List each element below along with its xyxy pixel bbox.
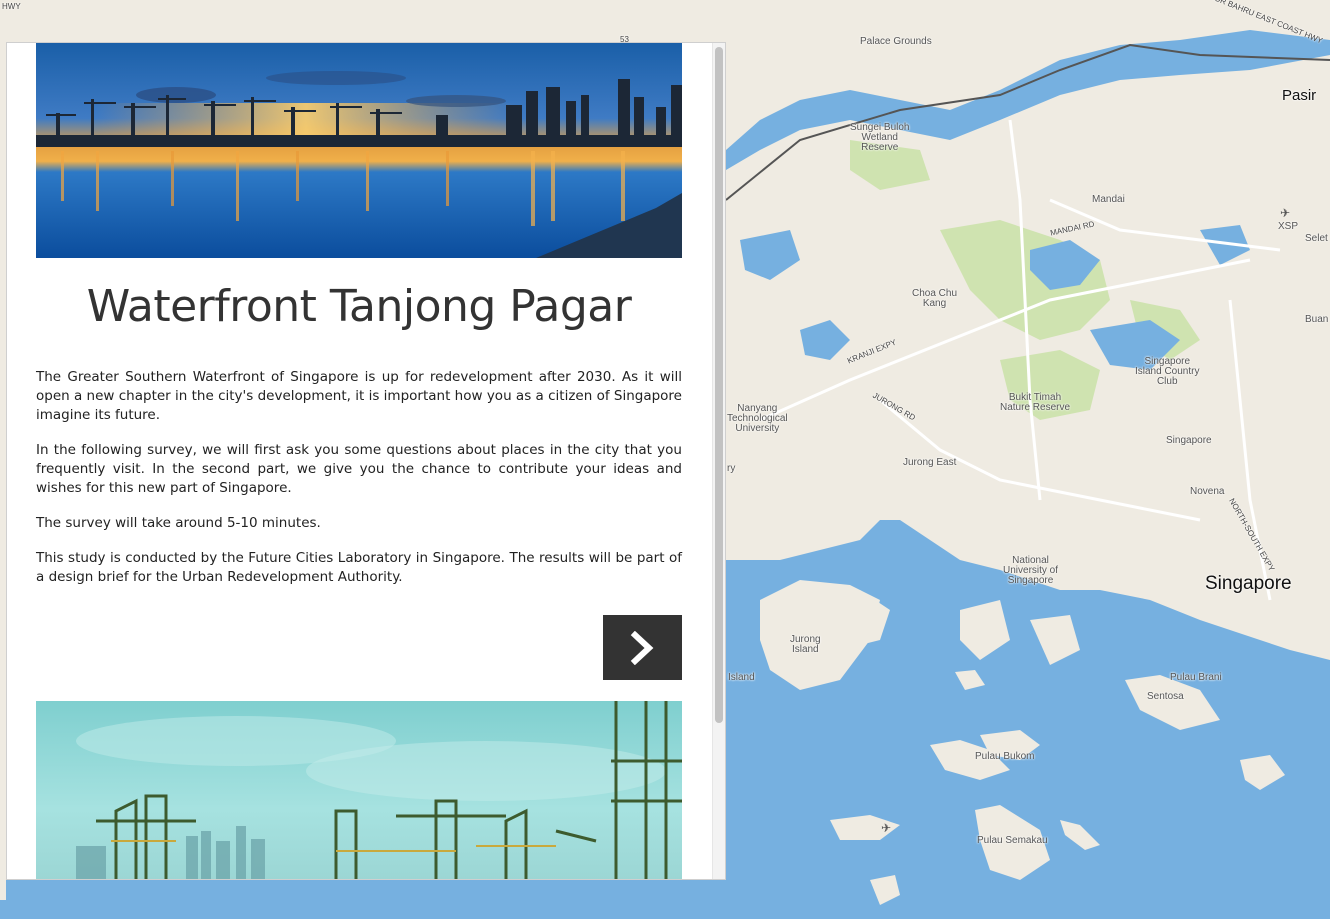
map-label-sentosa: Sentosa xyxy=(1147,691,1184,702)
map-label-buan: Buan xyxy=(1305,314,1329,325)
map-label-pasir: Pasir xyxy=(1282,87,1317,104)
airport-icon: ✈ xyxy=(1280,206,1291,220)
map-label-jurong-east: Jurong East xyxy=(903,457,957,468)
map-label-bukit-timah: Bukit Timah Nature Reserve xyxy=(1000,392,1071,413)
map-label-sungei-buloh: Sungei Buloh Wetland Reserve xyxy=(850,122,910,153)
airport-icon: ✈ xyxy=(881,821,892,835)
map-label-seletar: Selet xyxy=(1305,233,1328,244)
page-title: Waterfront Tanjong Pagar xyxy=(86,281,632,332)
intro-paragraph-4: This study is conducted by the Future Ci… xyxy=(36,550,682,585)
panel-content: Waterfront Tanjong Pagar The Greater Sou… xyxy=(36,43,682,879)
map-label-xsp: XSP xyxy=(1278,221,1299,232)
next-button[interactable] xyxy=(603,615,682,680)
map-label-singapore-island-cc: Singapore Island Country Club xyxy=(1135,356,1200,387)
map-label-hwy: HWY xyxy=(2,2,21,11)
map-label-pulau-semakau: Pulau Semakau xyxy=(977,835,1048,846)
map-label-nanyang: Nanyang Technological University xyxy=(727,403,788,434)
map-label-singapore-small: Singapore xyxy=(1166,435,1212,446)
chevron-right-icon xyxy=(630,630,653,665)
survey-intro-panel[interactable]: Waterfront Tanjong Pagar The Greater Sou… xyxy=(6,42,726,880)
navigation-row xyxy=(36,615,682,681)
image-container-cranes xyxy=(36,701,682,879)
map-label-pulau-bukom: Pulau Bukom xyxy=(975,751,1035,762)
map-label-nus: National University of Singapore xyxy=(1003,555,1059,586)
intro-paragraph-3: The survey will take around 5-10 minutes… xyxy=(36,515,321,531)
map-label-choa-chu-kang: Choa Chu Kang xyxy=(912,288,958,309)
intro-paragraph-2: In the following survey, we will first a… xyxy=(36,442,682,496)
map-label-palace-grounds: Palace Grounds xyxy=(860,36,932,47)
map-label-singapore-city: Singapore xyxy=(1205,573,1292,594)
map-label-novena: Novena xyxy=(1190,486,1225,497)
map-label-jurong-island: Jurong Island xyxy=(790,634,821,655)
intro-paragraph-1: The Greater Southern Waterfront of Singa… xyxy=(36,369,682,423)
map-label-ry: ry xyxy=(727,463,736,474)
map-label-island: Island xyxy=(728,672,755,683)
map-label-pulau-brani: Pulau Brani xyxy=(1170,672,1222,683)
hero-image-harbour-dusk xyxy=(36,43,682,258)
scrollbar-thumb[interactable] xyxy=(715,47,723,723)
map-label-mandai: Mandai xyxy=(1092,194,1125,205)
